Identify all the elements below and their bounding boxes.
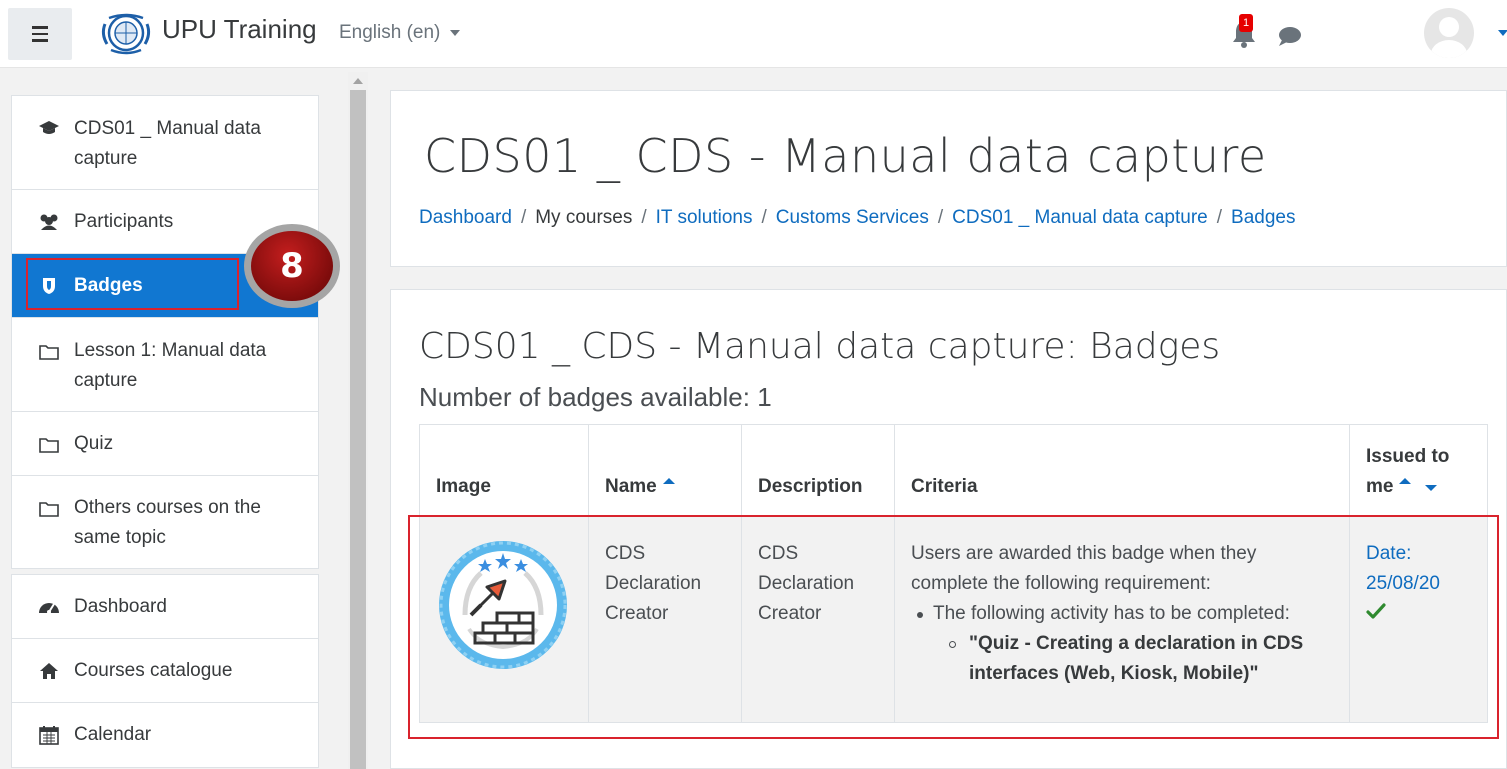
- breadcrumb-dashboard[interactable]: Dashboard: [419, 207, 512, 228]
- page-title: CDS01 _ CDS - Manual data capture: [424, 129, 1267, 183]
- notification-count-badge: 1: [1239, 14, 1253, 32]
- criteria-item-text: The following activity has to be complet…: [933, 603, 1290, 624]
- header-criteria: Criteria: [894, 424, 1350, 517]
- nav-item-label: CDS01 _ Manual data capture: [74, 118, 261, 169]
- sort-ascending-icon[interactable]: [1399, 478, 1412, 484]
- user-menu-chevron-icon[interactable]: [1498, 30, 1507, 36]
- checkmark-icon: [1366, 603, 1386, 619]
- header-issued[interactable]: Issued to me: [1349, 424, 1488, 517]
- badge-image-icon[interactable]: [435, 537, 571, 673]
- breadcrumb-separator: /: [937, 207, 944, 228]
- course-nav-group: CDS01 _ Manual data capture Participants…: [11, 95, 319, 569]
- folder-icon: [38, 342, 60, 362]
- table-header-row: Image Name Description Criteria Issued t…: [419, 424, 1488, 517]
- breadcrumb: Dashboard / My courses / IT solutions / Custom…: [419, 207, 1295, 229]
- breadcrumb-separator: /: [1216, 207, 1223, 228]
- nav-item-label: Dashboard: [74, 596, 167, 617]
- nav-item-label: Badges: [74, 275, 143, 296]
- badge-description: CDS Declaration Creator: [758, 543, 855, 624]
- chat-icon[interactable]: [1277, 26, 1303, 46]
- breadcrumb-course[interactable]: CDS01 _ Manual data capture: [952, 207, 1208, 228]
- nav-item-calendar[interactable]: Calendar: [12, 703, 318, 767]
- criteria-list: The following activity has to be complet…: [917, 599, 1333, 689]
- cell-badge-description: CDS Declaration Creator: [741, 516, 895, 723]
- chevron-down-icon: [450, 29, 461, 36]
- breadcrumb-separator: /: [761, 207, 767, 228]
- header-image-label: Image: [436, 476, 491, 497]
- cell-badge-criteria: Users are awarded this badge when they c…: [894, 516, 1350, 723]
- breadcrumb-customs-services[interactable]: Customs Services: [776, 207, 929, 228]
- nav-item-label: Calendar: [74, 724, 152, 745]
- step-number: 8: [251, 231, 333, 301]
- badges-count-text: Number of badges available: 1: [419, 382, 772, 412]
- nav-item-label: Participants: [74, 211, 174, 232]
- header-criteria-label: Criteria: [911, 476, 978, 497]
- breadcrumb-separator: /: [641, 207, 647, 228]
- user-avatar-icon[interactable]: [1424, 8, 1474, 58]
- home-icon: [38, 661, 60, 681]
- nav-item-dashboard[interactable]: Dashboard: [12, 575, 318, 639]
- header-description: Description: [741, 424, 895, 517]
- calendar-icon: [38, 725, 60, 745]
- header-name[interactable]: Name: [588, 424, 742, 517]
- language-label: English (en): [339, 22, 441, 43]
- issued-date-link[interactable]: Date: 25/08/20: [1366, 539, 1471, 599]
- criteria-activity: "Quiz - Creating a declaration in CDS in…: [945, 629, 1333, 689]
- section-title: CDS01 _ CDS - Manual data capture: Badge…: [419, 326, 1221, 367]
- folder-icon: [38, 435, 60, 455]
- table-row: CDS Declaration Creator CDS Declaration …: [419, 516, 1488, 723]
- drawer-scrollbar[interactable]: [348, 72, 368, 769]
- breadcrumb-it-solutions[interactable]: IT solutions: [656, 207, 753, 228]
- cell-badge-name[interactable]: CDS Declaration Creator: [588, 516, 742, 723]
- site-nav-group: Dashboard Courses catalogue Calendar: [11, 574, 319, 768]
- nav-item-label: Quiz: [74, 433, 114, 454]
- step-marker: 8: [244, 224, 340, 308]
- nav-item-lesson-1[interactable]: Lesson 1: Manual data capture: [12, 318, 318, 412]
- shield-icon: [38, 276, 60, 296]
- nav-item-course[interactable]: CDS01 _ Manual data capture: [12, 96, 318, 190]
- graduation-cap-icon: [38, 118, 60, 138]
- page-header-card: CDS01 _ CDS - Manual data capture Dashbo…: [390, 90, 1507, 267]
- criteria-item: The following activity has to be complet…: [917, 599, 1333, 689]
- header-description-label: Description: [758, 476, 863, 497]
- badges-table: Image Name Description Criteria Issued t…: [419, 424, 1488, 723]
- badge-name-link[interactable]: CDS Declaration Creator: [605, 543, 701, 624]
- nav-item-other-courses[interactable]: Others courses on the same topic: [12, 476, 318, 568]
- sort-descending-icon[interactable]: [1425, 485, 1438, 491]
- sort-ascending-icon[interactable]: [662, 478, 675, 484]
- upu-logo-icon[interactable]: [99, 10, 153, 56]
- badges-content-card: CDS01 _ CDS - Manual data capture: Badge…: [390, 289, 1507, 769]
- breadcrumb-my-courses: My courses: [535, 207, 633, 228]
- cell-badge-image: [419, 516, 589, 723]
- hamburger-icon[interactable]: [8, 8, 72, 60]
- nav-item-courses-catalogue[interactable]: Courses catalogue: [12, 639, 318, 703]
- scrollbar-thumb[interactable]: [350, 90, 366, 769]
- scroll-up-icon[interactable]: [353, 78, 363, 84]
- nav-item-label: Others courses on the same topic: [74, 497, 261, 548]
- nav-item-quiz[interactable]: Quiz: [12, 412, 318, 476]
- top-navbar: UPU Training English (en) 1: [0, 0, 1507, 68]
- breadcrumb-badges[interactable]: Badges: [1231, 207, 1295, 228]
- folder-icon: [38, 499, 60, 519]
- criteria-sublist: "Quiz - Creating a declaration in CDS in…: [945, 629, 1333, 689]
- cell-issued: Date: 25/08/20: [1349, 516, 1488, 723]
- nav-item-label: Courses catalogue: [74, 660, 233, 681]
- site-name[interactable]: UPU Training: [162, 14, 317, 45]
- users-icon: [38, 212, 60, 232]
- breadcrumb-separator: /: [520, 207, 527, 228]
- language-menu[interactable]: English (en): [339, 22, 461, 44]
- criteria-intro: Users are awarded this badge when they c…: [911, 543, 1257, 594]
- nav-item-label: Lesson 1: Manual data capture: [74, 340, 267, 391]
- header-name-label[interactable]: Name: [605, 476, 657, 497]
- dashboard-icon: [38, 597, 60, 617]
- header-image: Image: [419, 424, 589, 517]
